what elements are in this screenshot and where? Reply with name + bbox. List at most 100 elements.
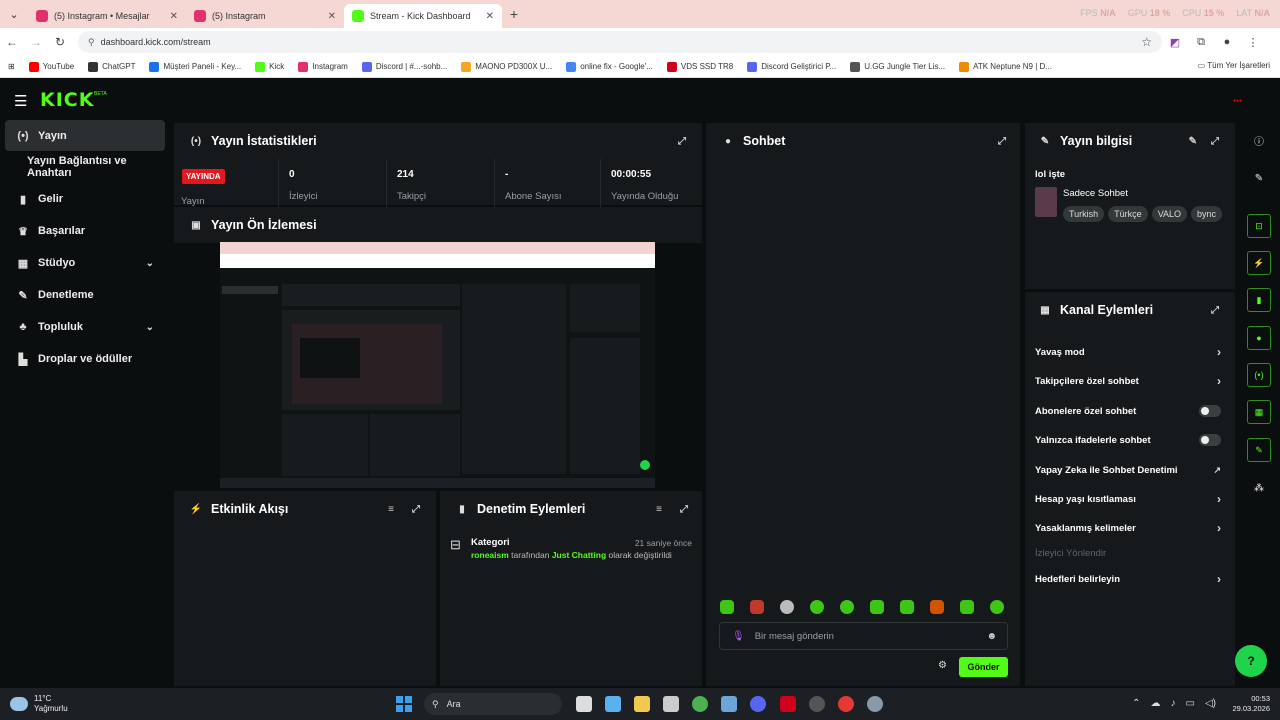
taskbar-clock[interactable]: 00:53 29.03.2026 xyxy=(1232,694,1270,714)
emote-icon[interactable] xyxy=(840,600,854,614)
apps-grid-icon[interactable]: ⊞ xyxy=(8,62,15,71)
discord-icon[interactable] xyxy=(750,696,766,712)
close-tab-icon[interactable]: ✕ xyxy=(486,11,494,22)
microphone-icon[interactable]: 🎙 xyxy=(732,631,745,642)
more-widgets-icon[interactable]: ⁂ xyxy=(1247,476,1271,500)
stream-preview-video[interactable] xyxy=(220,242,655,488)
emote-icon[interactable] xyxy=(900,600,914,614)
send-button[interactable]: Gönder xyxy=(959,657,1008,677)
taskbar-search[interactable]: ⚲ Ara xyxy=(424,693,562,715)
bookmark-musteri[interactable]: Müşteri Paneli - Key... xyxy=(149,61,241,72)
sidebar-item-topluluk[interactable]: ♣ Topluluk ⌄ xyxy=(0,311,170,343)
tab-search-icon[interactable]: ⌄ xyxy=(0,0,28,28)
emote-icon[interactable] xyxy=(720,600,734,614)
windows-start-icon[interactable] xyxy=(396,696,412,712)
profile-avatar[interactable]: ● xyxy=(1214,36,1240,48)
toggle-switch[interactable] xyxy=(1199,405,1221,417)
expand-icon[interactable]: ⤢ xyxy=(412,504,420,515)
weather-widget[interactable]: 11°C Yağmurlu xyxy=(10,694,68,714)
panel-toggle-icon[interactable]: ⊡ xyxy=(1247,214,1271,238)
sidebar-item-gelir[interactable]: ▮ Gelir xyxy=(0,183,170,215)
sidebar-item-droplar[interactable]: ▙ Droplar ve ödüller xyxy=(0,343,170,375)
browser-menu-icon[interactable]: ⋮ xyxy=(1240,36,1266,49)
edit-pencil-icon[interactable]: ✎ xyxy=(1189,136,1197,147)
all-bookmarks-button[interactable]: ▭ Tüm Yer İşaretleri xyxy=(1198,61,1270,70)
microphone-icon[interactable]: ♪ xyxy=(1171,698,1176,709)
network-icon[interactable]: ▭ xyxy=(1186,698,1195,709)
filter-icon[interactable]: ≡ xyxy=(388,504,394,515)
bookmark-kick[interactable]: Kick xyxy=(255,61,284,72)
expand-icon[interactable]: ⤢ xyxy=(678,136,686,147)
bookmark-maono[interactable]: MAONO PD300X U... xyxy=(461,61,552,72)
edit-pencil-icon[interactable]: ✎ xyxy=(1247,166,1271,190)
bookmark-youtube[interactable]: YouTube xyxy=(28,61,74,72)
sidebar-item-studyo[interactable]: ▦ Stüdyo ⌄ xyxy=(0,247,170,279)
sidebar-item-stream-key[interactable]: Yayın Bağlantısı ve Anahtarı xyxy=(0,151,170,183)
expand-icon[interactable]: ⤢ xyxy=(1211,305,1219,316)
emote-icon[interactable] xyxy=(990,600,1004,614)
action-banned-words[interactable]: Yasaklanmış kelimeler › xyxy=(1035,518,1225,538)
sidebar-item-basarilar[interactable]: ♛ Başarılar xyxy=(0,215,170,247)
obs-icon[interactable] xyxy=(809,696,825,712)
app-icon[interactable] xyxy=(780,696,796,712)
emote-icon[interactable] xyxy=(960,600,974,614)
emote-icon[interactable] xyxy=(750,600,764,614)
extension-icon[interactable]: ◩ xyxy=(1162,36,1188,49)
emote-icon[interactable] xyxy=(870,600,884,614)
new-tab-button[interactable]: + xyxy=(502,6,526,22)
widgets-icon[interactable] xyxy=(605,696,621,712)
emote-icon[interactable] xyxy=(930,600,944,614)
file-explorer-icon[interactable] xyxy=(634,696,650,712)
bookmark-discord[interactable]: Discord | #...-sohb... xyxy=(361,61,447,72)
emote-icon[interactable] xyxy=(810,600,824,614)
browser-tab[interactable]: (5) Instagram ✕ xyxy=(186,4,344,28)
action-slow-mode[interactable]: Yavaş mod › xyxy=(1035,342,1225,362)
chevron-up-icon[interactable]: ⌃ xyxy=(1132,698,1140,709)
back-icon[interactable]: ← xyxy=(0,35,24,49)
bookmark-atk[interactable]: ATK Neptune N9 | D... xyxy=(959,61,1052,72)
expand-icon[interactable]: ⤢ xyxy=(1211,136,1219,147)
task-view-icon[interactable] xyxy=(576,696,592,712)
site-info-icon[interactable]: ⚲ xyxy=(88,37,95,48)
chrome-icon[interactable] xyxy=(692,696,708,712)
reload-icon[interactable]: ↻ xyxy=(48,35,72,49)
store-icon[interactable] xyxy=(663,696,679,712)
extensions-puzzle-icon[interactable]: ⧉ xyxy=(1188,36,1214,49)
wrench-icon[interactable]: ✎ xyxy=(1247,438,1271,462)
url-field[interactable]: ⚲ dashboard.kick.com/stream ☆ xyxy=(78,31,1162,53)
close-tab-icon[interactable]: ✕ xyxy=(170,11,178,22)
bookmark-ugg[interactable]: U.GG Jungle Tier Lis... xyxy=(850,61,945,72)
help-chat-button[interactable]: ? xyxy=(1235,645,1267,677)
steam-icon[interactable] xyxy=(721,696,737,712)
menu-icon[interactable]: ☰ xyxy=(14,92,27,110)
action-ai-moderation[interactable]: Yapay Zeka ile Sohbet Denetimi ↗ xyxy=(1035,460,1225,480)
chat-message-input[interactable]: 🎙 Bir mesaj gönderin ☻ xyxy=(719,622,1008,650)
emoji-picker-icon[interactable]: ☻ xyxy=(986,631,997,642)
action-account-age[interactable]: Hesap yaşı kısıtlaması › xyxy=(1035,489,1225,509)
lightning-icon[interactable]: ⚡ xyxy=(1247,251,1271,275)
onedrive-cloud-icon[interactable]: ☁ xyxy=(1151,698,1161,709)
expand-icon[interactable]: ⤢ xyxy=(998,136,1006,147)
expand-icon[interactable]: ⤢ xyxy=(680,504,688,515)
bookmark-chatgpt[interactable]: ChatGPT xyxy=(88,61,135,72)
broadcast-icon[interactable]: (•) xyxy=(1247,363,1271,387)
forward-icon[interactable]: → xyxy=(24,35,48,49)
bookmark-google[interactable]: online fix - Google'... xyxy=(566,61,653,72)
shield-icon[interactable]: ▮ xyxy=(1247,288,1271,312)
kick-logo[interactable]: KICK xyxy=(40,89,94,111)
chat-bubble-icon[interactable]: ● xyxy=(1247,326,1271,350)
channel-actions-icon[interactable]: ▦ xyxy=(1247,400,1271,424)
action-goals[interactable]: Hedefleri belirleyin › xyxy=(1035,569,1225,589)
browser-tab[interactable]: (5) Instagram • Mesajlar ✕ xyxy=(28,4,186,28)
bookmark-vds[interactable]: VDS SSD TR8 xyxy=(666,61,733,72)
info-icon[interactable]: ⓘ xyxy=(1247,128,1271,152)
sidebar-item-yayin[interactable]: (•) Yayın xyxy=(5,120,165,151)
toggle-switch[interactable] xyxy=(1199,434,1221,446)
close-tab-icon[interactable]: ✕ xyxy=(328,11,336,22)
event-user[interactable]: roneaism xyxy=(471,550,509,560)
browser-tab-active[interactable]: Stream - Kick Dashboard ✕ xyxy=(344,4,502,28)
chat-settings-gear-icon[interactable]: ⚙ xyxy=(938,660,947,671)
event-category[interactable]: Just Chatting xyxy=(552,550,606,560)
sidebar-item-denetleme[interactable]: ✎ Denetleme xyxy=(0,279,170,311)
bookmark-star-icon[interactable]: ☆ xyxy=(1141,35,1152,49)
